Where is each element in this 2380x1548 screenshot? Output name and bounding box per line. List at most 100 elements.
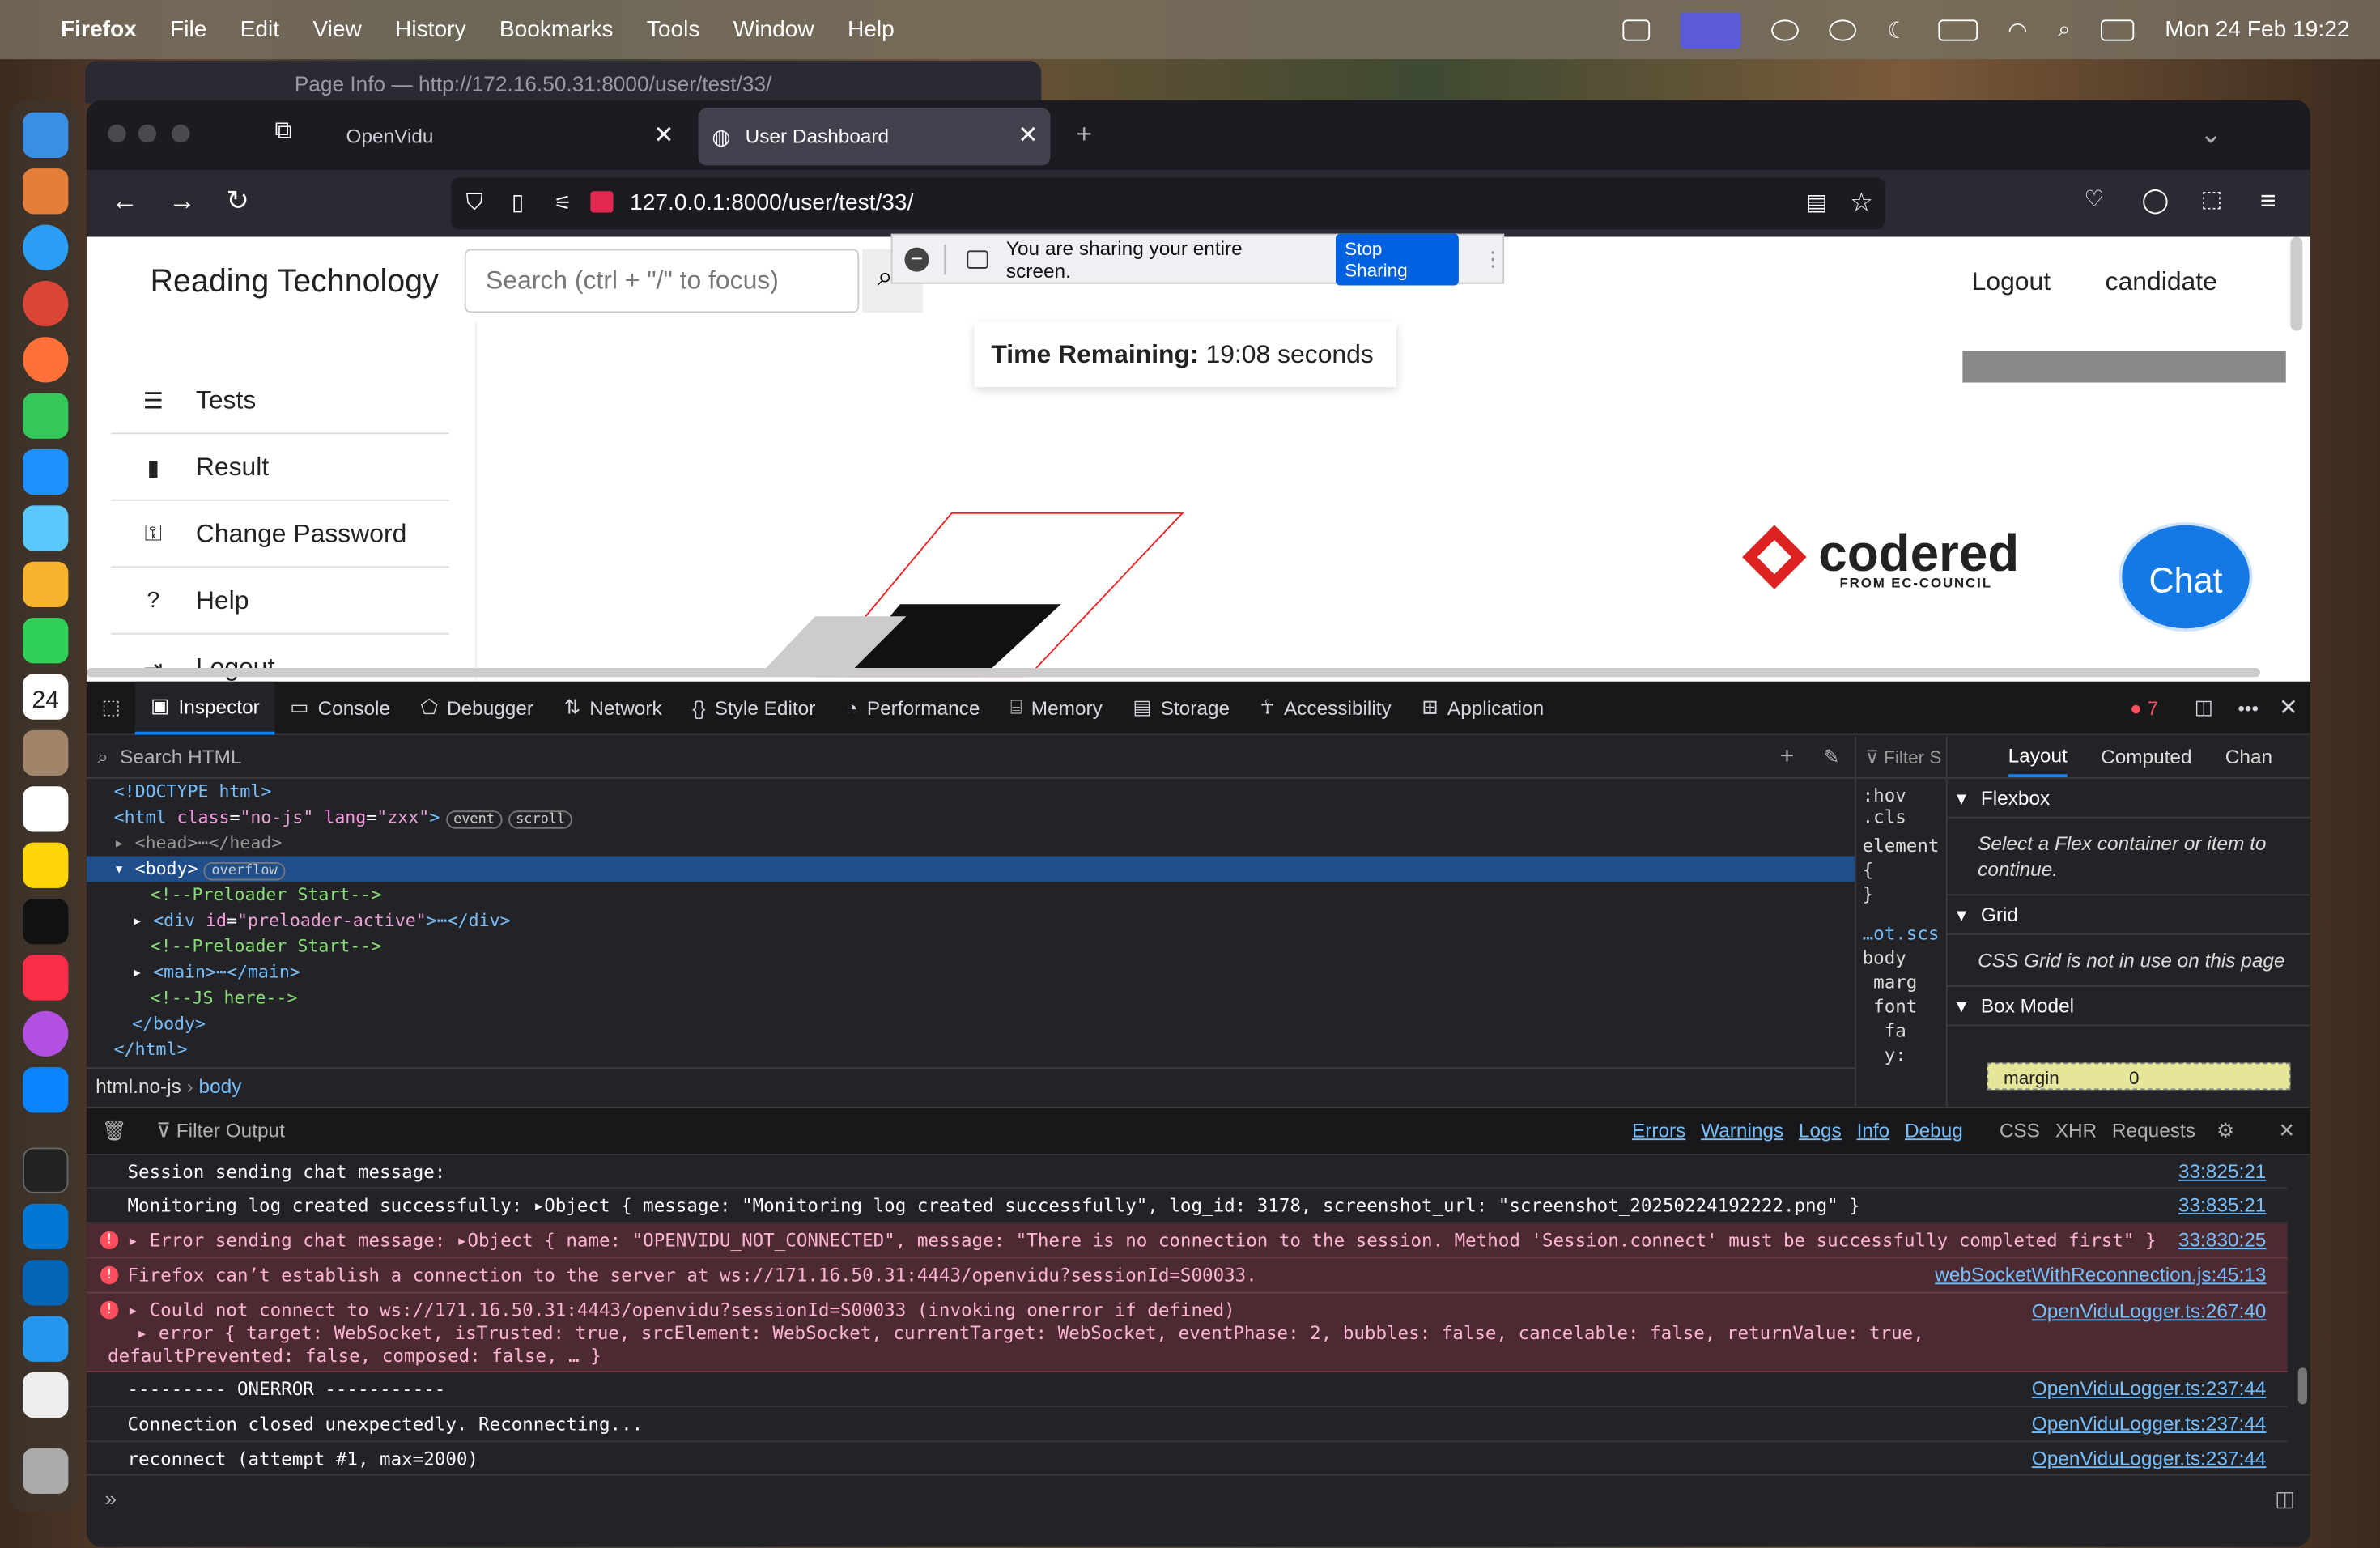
markup-line[interactable]: ▸ <head>⋯</head> [114,831,283,857]
tab-changes[interactable]: Chan [2225,746,2272,768]
podcasts-icon[interactable] [23,1010,69,1057]
markup-line[interactable]: ▸ <main>⋯</main> [132,959,300,985]
terminal-icon[interactable] [23,1147,69,1193]
menu-file[interactable]: File [170,17,206,43]
markup-line[interactable]: <html class="no-js" lang="zxx"> event scro… [114,805,573,831]
tab-user-dashboard[interactable]: ◍ User Dashboard ✕ [698,108,1051,166]
close-icon[interactable]: ✕ [653,108,674,165]
menu-history[interactable]: History [395,17,466,43]
filter-output-input[interactable]: ⊽ Filter Output [156,1108,285,1154]
photos-icon[interactable] [23,561,69,607]
menu-edit[interactable]: Edit [240,17,279,43]
markup-line-selected[interactable]: ▾ <body> overflow [86,856,1855,882]
pick-element-icon[interactable]: ⬚ [87,681,136,734]
log-source-link[interactable]: OpenViduLogger.ts:237:44 [2032,1372,2267,1406]
drag-handle-icon[interactable]: ⋮ [1483,247,1502,271]
tab-openvidu[interactable]: OpenVidu ✕ [329,108,686,165]
mail-icon[interactable] [23,449,69,495]
tab-console[interactable]: ▭ Console [275,681,406,734]
outlook-icon[interactable] [23,1260,69,1306]
forward-icon[interactable]: → [168,185,196,217]
back-icon[interactable]: ← [111,185,138,217]
close-split-console-icon[interactable]: ✕ [2279,1108,2295,1154]
launchpad-icon[interactable] [23,168,69,215]
tab-network[interactable]: ⇅ Network [549,681,678,734]
error-row[interactable]: ! Firefox can’t establish a connection to… [86,1258,2288,1294]
filter-errors[interactable]: Errors [1632,1108,1685,1154]
breadcrumb-item[interactable]: body [199,1075,242,1098]
menu-app-name[interactable]: Firefox [61,17,137,43]
window-zoom-button[interactable] [171,124,190,143]
page-info-window[interactable]: Page Info — http://172.16.50.31:8000/use… [85,61,1042,104]
control-center-icon[interactable] [2101,19,2135,40]
tab-layout[interactable]: Layout [2008,736,2068,777]
url-text[interactable]: 127.0.0.1:8000/user/test/33/ [630,189,913,215]
contacts-icon[interactable] [23,729,69,776]
menubar-clock[interactable]: Mon 24 Feb 19:22 [2165,17,2349,43]
tab-memory[interactable]: ⌸ Memory [995,681,1117,734]
facetime-icon[interactable] [23,618,69,664]
markup-line[interactable]: <!--Preloader Start--> [151,882,382,908]
screen-share-icon[interactable] [1622,19,1651,40]
textedit-icon[interactable] [23,1372,69,1418]
firefox-icon[interactable] [23,337,69,383]
error-row[interactable]: ! ▸ Could not connect to ws://171.16.50.3… [86,1293,2288,1372]
tab-inspector[interactable]: ▣ Inspector [135,680,275,734]
menu-view[interactable]: View [312,17,361,43]
maps-icon[interactable] [23,505,69,551]
safari-icon[interactable] [23,224,69,270]
page-icon[interactable]: ▯ [512,177,524,229]
menu-bookmarks[interactable]: Bookmarks [499,17,614,43]
filter-css[interactable]: CSS [2000,1108,2040,1154]
markup-line[interactable]: ▸ <div id="preloader-active">⋯</div> [132,908,510,933]
extensions-icon[interactable]: ⬚ [2201,185,2223,213]
log-row[interactable]: Monitoring log created successfully: ▸Ob… [86,1189,2288,1224]
log-source-link[interactable]: OpenViduLogger.ts:267:40 [2032,1299,2267,1322]
dock-side-icon[interactable]: ◫ [2195,695,2213,720]
url-bar[interactable]: ⛉ ▯ ⚟ 127.0.0.1:8000/user/test/33/ ▤ ☆ [450,177,1885,230]
sidebar-item-help[interactable]: ? Help [110,568,449,635]
pocket-icon[interactable]: ♡ [2084,185,2104,213]
menu-help[interactable]: Help [848,17,895,43]
search-html-input[interactable]: Search HTML [120,746,241,768]
weather-icon[interactable] [1771,19,1800,40]
window-minimize-button[interactable] [138,124,157,143]
tab-style-editor[interactable]: {} Style Editor [677,681,831,734]
battery-icon[interactable] [1937,19,1978,40]
new-tab-icon[interactable]: + [1076,118,1092,150]
screen-mirror-icon[interactable] [1681,11,1742,49]
log-row[interactable]: --------- ONERROR ----------- OpenViduLog… [86,1372,2288,1408]
vertical-scrollbar[interactable] [2290,236,2303,331]
calendar-icon[interactable]: 24 [23,674,69,720]
log-source-link[interactable]: 33:835:21 [2178,1189,2266,1222]
trash-icon[interactable] [23,1448,69,1494]
stop-sharing-button[interactable]: Stop Sharing [1335,232,1459,285]
logout-link[interactable]: Logout [1972,267,2051,298]
close-icon[interactable]: ✕ [1018,108,1038,165]
tab-performance[interactable]: ◔ Performance [831,681,995,734]
permissions-icon[interactable]: ⚟ [554,177,572,229]
error-row[interactable]: ! ▸ Error sending chat message: ▸Object {… [86,1223,2288,1259]
chrome-icon[interactable] [23,280,69,327]
list-tabs-icon[interactable]: ⌄ [2199,118,2222,150]
site-brand[interactable]: Reading Technology [151,264,439,300]
gear-icon[interactable]: ⚙ [2216,1108,2234,1154]
tab-computed[interactable]: Computed [2101,746,2191,768]
sidebar-item-change-password[interactable]: ⚿ Change Password [110,501,449,568]
markup-line[interactable]: <!--Preloader Start--> [151,933,382,959]
clear-console-icon[interactable]: 🗑 [102,1108,127,1154]
moon-icon[interactable]: ☾ [1887,16,1907,44]
appstore-icon[interactable] [23,1067,69,1113]
hov-cls-toggle[interactable]: :hov .cls [1856,779,1946,834]
console-scrollbar[interactable] [2297,1367,2307,1405]
markup-line[interactable]: <!--JS here--> [151,985,298,1011]
finder-icon[interactable] [23,112,69,158]
tab-accessibility[interactable]: ☥ Accessibility [1245,681,1407,734]
appletv-icon[interactable] [23,899,69,945]
box-model-section[interactable]: ▾ Box Model [1947,987,2310,1027]
docker-icon[interactable] [23,1316,69,1362]
log-source-link[interactable]: webSocketWithReconnection.js:45:13 [1935,1258,2266,1291]
menu-window[interactable]: Window [733,17,814,43]
eyedropper-icon[interactable]: ✎ [1823,736,1839,779]
tab-storage[interactable]: ▤ Storage [1118,681,1245,734]
